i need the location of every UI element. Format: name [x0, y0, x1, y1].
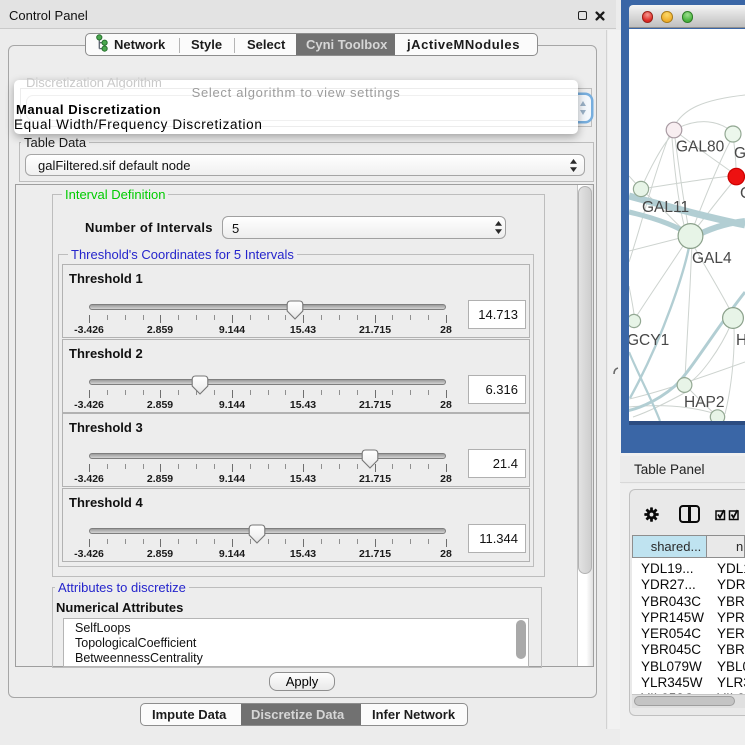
- svg-text:GCY1: GCY1: [629, 332, 669, 349]
- svg-text:GAL80: GAL80: [676, 139, 725, 156]
- svg-text:H: H: [736, 332, 745, 349]
- svg-text:GAL4: GAL4: [692, 250, 732, 267]
- svg-text:GAL11: GAL11: [642, 199, 689, 216]
- svg-text:HAP2: HAP2: [684, 394, 725, 411]
- svg-text:C: C: [740, 185, 745, 202]
- svg-text:GA: GA: [734, 145, 745, 162]
